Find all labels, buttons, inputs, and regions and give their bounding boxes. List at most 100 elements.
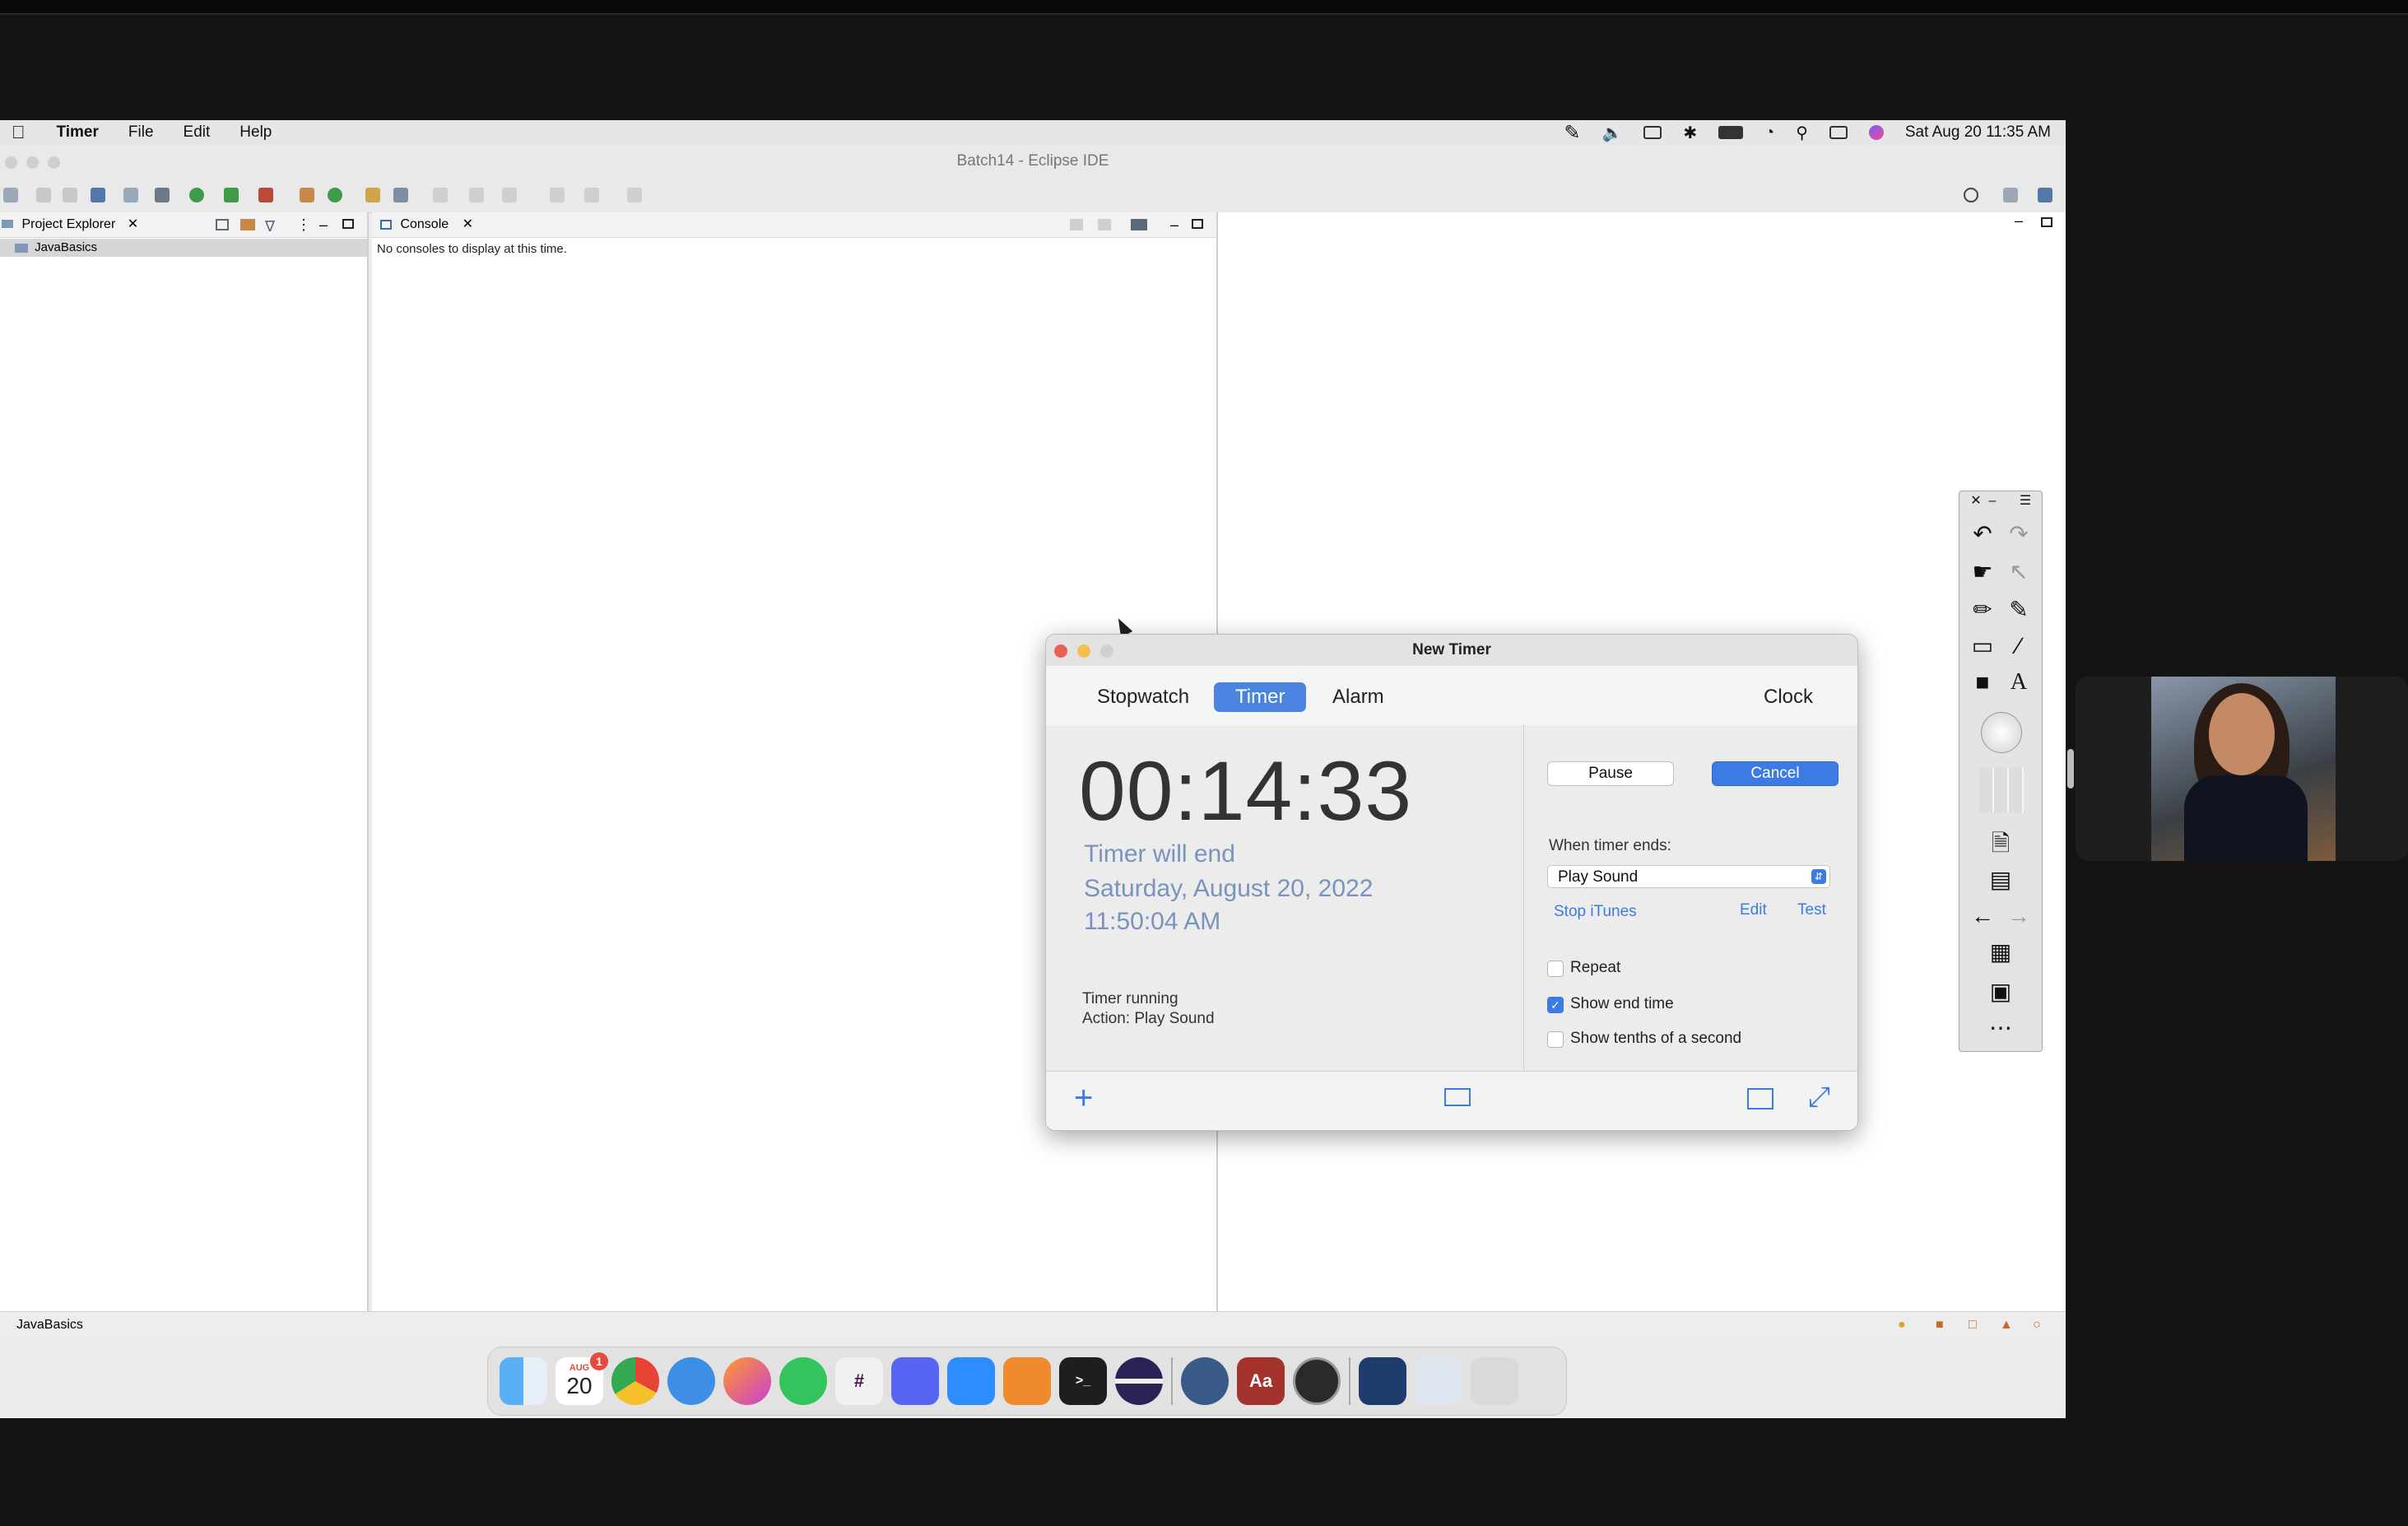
- marker-icon[interactable]: ✎: [2004, 595, 2034, 625]
- background-icon[interactable]: ▤: [1986, 865, 2015, 895]
- timer-app-icon[interactable]: [1293, 1357, 1341, 1405]
- apple-icon[interactable]: : [12, 122, 26, 143]
- palette-menu-icon[interactable]: ☰: [2011, 486, 2040, 516]
- debug-icon[interactable]: [155, 188, 170, 202]
- menu-app-timer[interactable]: Timer: [57, 123, 99, 142]
- siri-icon[interactable]: [1868, 125, 1884, 140]
- skip-breakpoints-icon[interactable]: [123, 188, 138, 202]
- menu-edit[interactable]: Edit: [184, 123, 211, 142]
- last-edit-icon[interactable]: [502, 188, 517, 202]
- cursor-icon[interactable]: ↖: [2004, 557, 2034, 587]
- new-page-icon[interactable]: 🗎: [1986, 829, 2015, 858]
- back-icon[interactable]: [550, 188, 565, 202]
- annotation-prev-icon[interactable]: [469, 188, 484, 202]
- edit-link[interactable]: Edit: [1740, 901, 1767, 919]
- new-class-icon[interactable]: [328, 188, 342, 202]
- forward-icon[interactable]: [584, 188, 599, 202]
- eraser-icon[interactable]: ▭: [1968, 631, 1997, 661]
- maximize-icon[interactable]: [1192, 219, 1203, 229]
- finder-icon[interactable]: [500, 1357, 547, 1405]
- java-perspective-icon[interactable]: [2038, 188, 2052, 202]
- presentation-icon[interactable]: ▣: [1986, 977, 2015, 1007]
- color-grid-icon[interactable]: [1979, 768, 2024, 812]
- new-package-icon[interactable]: [300, 188, 314, 202]
- view-menu-icon[interactable]: ⋮: [296, 212, 311, 237]
- search-icon[interactable]: [1964, 188, 1978, 202]
- run-icon[interactable]: [189, 188, 204, 202]
- webcam-resize-handle[interactable]: [2067, 749, 2074, 789]
- menu-datetime[interactable]: Sat Aug 20 11:35 AM: [1905, 123, 2051, 142]
- tab-clock[interactable]: Clock: [1764, 682, 1813, 712]
- pin-editor-icon[interactable]: [627, 188, 642, 202]
- sound-select[interactable]: Play Sound ⇵: [1547, 865, 1830, 888]
- tab-alarm[interactable]: Alarm: [1332, 682, 1384, 712]
- window-icon[interactable]: [1747, 1088, 1773, 1110]
- pin-console-icon[interactable]: [1070, 219, 1083, 230]
- text-icon[interactable]: A: [2004, 668, 2034, 697]
- project-tree-item[interactable]: JavaBasics: [0, 239, 367, 257]
- collapse-all-icon[interactable]: [216, 219, 229, 230]
- pause-button[interactable]: Pause: [1547, 761, 1674, 786]
- annotation-next-icon[interactable]: [433, 188, 448, 202]
- slack-icon[interactable]: #: [835, 1357, 883, 1405]
- pencil-icon[interactable]: ✏: [1968, 595, 1997, 625]
- quicktime-icon[interactable]: [1181, 1357, 1229, 1405]
- terminal-icon[interactable]: [91, 188, 105, 202]
- open-type-icon[interactable]: [365, 188, 380, 202]
- open-console-icon[interactable]: [1131, 219, 1147, 230]
- more-icon[interactable]: ⋯: [1986, 1013, 2015, 1043]
- whatsapp-icon[interactable]: [779, 1357, 827, 1405]
- grid-view-icon[interactable]: ▦: [1986, 937, 2015, 967]
- tab-project-explorer[interactable]: Project Explorer: [21, 217, 115, 231]
- eclipse-close-button[interactable]: [5, 156, 17, 169]
- terminal-app-icon[interactable]: >_: [1059, 1357, 1107, 1405]
- test-link[interactable]: Test: [1797, 901, 1826, 919]
- show-end-time-checkbox[interactable]: ✓: [1547, 997, 1564, 1013]
- undo-icon[interactable]: ↶: [1968, 519, 1997, 549]
- dictionary-icon[interactable]: Aa: [1237, 1357, 1285, 1405]
- tab-stopwatch[interactable]: Stopwatch: [1097, 682, 1189, 712]
- minimize-icon[interactable]: –: [1978, 486, 2007, 516]
- book-icon[interactable]: [1444, 1088, 1471, 1106]
- filter-icon[interactable]: ∇: [265, 214, 275, 239]
- downloads-icon[interactable]: [1415, 1357, 1462, 1405]
- cancel-button[interactable]: Cancel: [1712, 761, 1839, 786]
- close-icon[interactable]: ✕: [128, 217, 138, 231]
- sublime-icon[interactable]: [1003, 1357, 1051, 1405]
- shapes-icon[interactable]: ■: [1968, 668, 1997, 697]
- tip-icon[interactable]: ●: [1898, 1312, 1906, 1338]
- timer-zoom-button[interactable]: [1100, 644, 1113, 658]
- fullscreen-icon[interactable]: ⤢: [1808, 1082, 1830, 1114]
- safari-icon[interactable]: [667, 1357, 715, 1405]
- close-icon[interactable]: ✕: [463, 217, 473, 231]
- save-icon[interactable]: [36, 188, 51, 202]
- add-icon[interactable]: +: [1074, 1080, 1093, 1117]
- notifications-icon[interactable]: ■: [1936, 1312, 1944, 1338]
- menu-file[interactable]: File: [128, 123, 154, 142]
- firefox-icon[interactable]: [723, 1357, 771, 1405]
- battery-icon[interactable]: [1718, 126, 1744, 139]
- calendar-icon[interactable]: AUG 20 1: [556, 1352, 608, 1405]
- minimize-icon[interactable]: –: [2015, 212, 2023, 230]
- menu-help[interactable]: Help: [239, 123, 272, 142]
- zoom-icon[interactable]: [947, 1357, 995, 1405]
- eclipse-icon[interactable]: [1115, 1357, 1163, 1405]
- search-tool-icon[interactable]: [393, 188, 408, 202]
- timer-minimize-button[interactable]: [1077, 644, 1090, 658]
- pointer-icon[interactable]: ☛: [1968, 557, 1997, 587]
- eclipse-minimize-button[interactable]: [26, 156, 39, 169]
- next-page-icon[interactable]: →: [2004, 901, 2034, 931]
- open-perspective-icon[interactable]: [2003, 188, 2018, 202]
- volume-icon[interactable]: 🔈: [1601, 123, 1622, 143]
- external-tools-icon[interactable]: [258, 188, 273, 202]
- color-picker-icon[interactable]: [1981, 712, 2022, 753]
- repeat-checkbox[interactable]: [1547, 961, 1564, 977]
- discord-icon[interactable]: [891, 1357, 939, 1405]
- trash-icon[interactable]: [1471, 1357, 1518, 1405]
- wifi-icon[interactable]: ◔: [1764, 123, 1774, 142]
- display-icon[interactable]: [1643, 126, 1662, 139]
- minimize-icon[interactable]: –: [319, 212, 328, 237]
- tasks-icon[interactable]: □: [1969, 1312, 1977, 1338]
- spotlight-icon[interactable]: ⚲: [1796, 123, 1808, 143]
- previous-page-icon[interactable]: ←: [1968, 901, 1997, 931]
